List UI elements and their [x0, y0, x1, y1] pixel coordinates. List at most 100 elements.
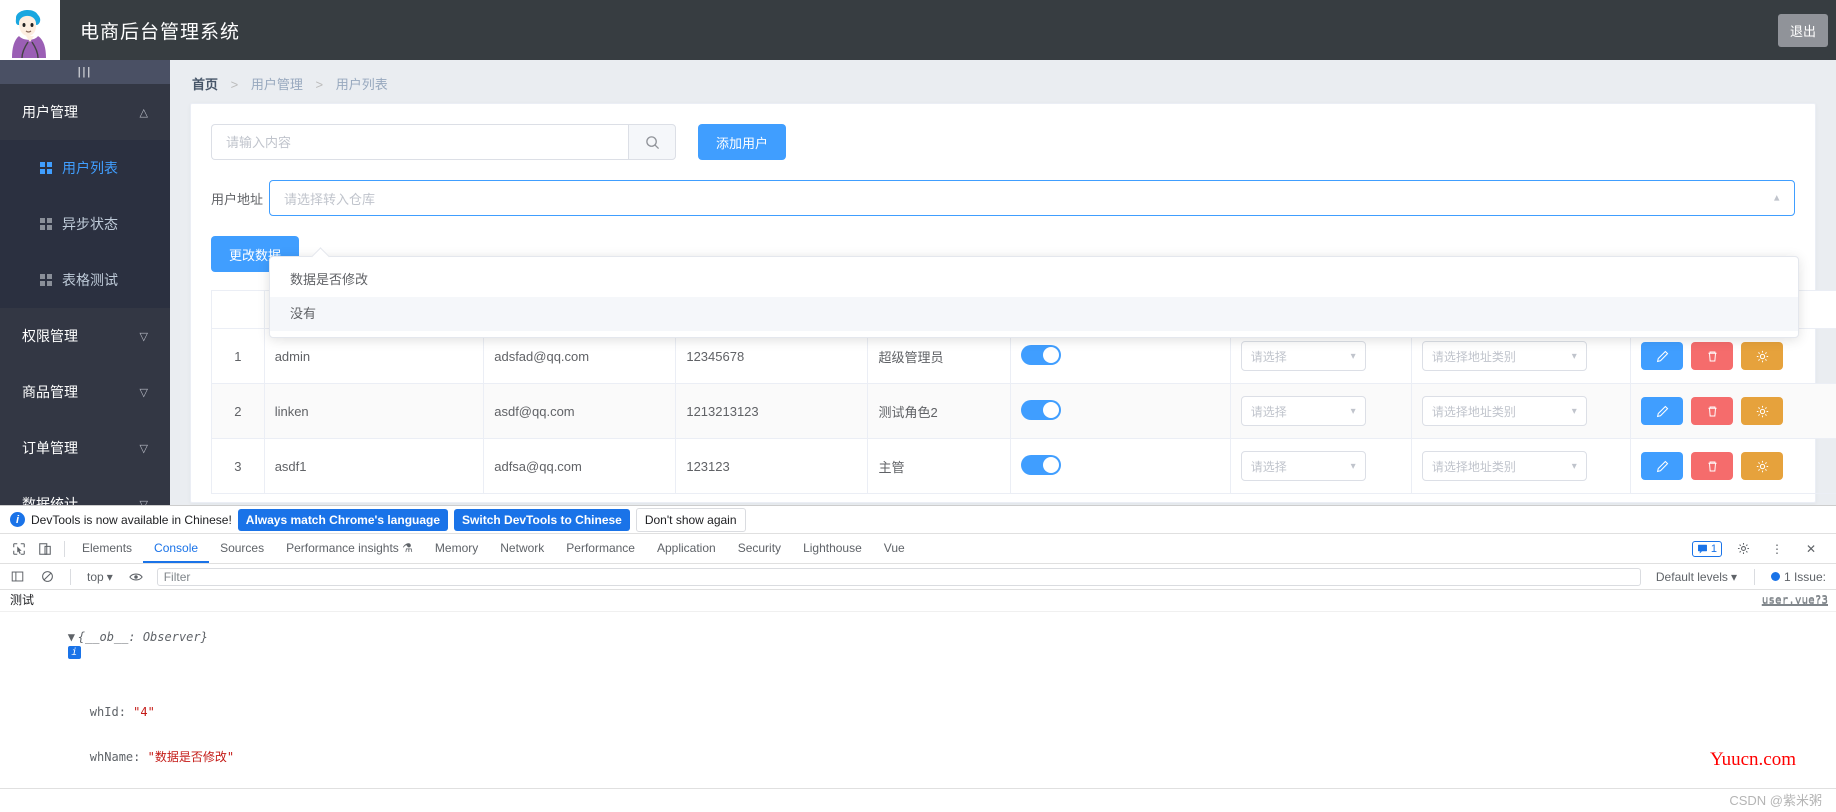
edit-button[interactable]	[1641, 397, 1684, 425]
sidebar: ||| 用户管理 △ 用户列表 异步状态 表格测试 权限管理 ▽ 商品管理 ▽ …	[0, 60, 170, 505]
live-expression-icon[interactable]	[123, 565, 149, 589]
always-match-language-button[interactable]: Always match Chrome's language	[237, 508, 449, 531]
cell-state	[1010, 438, 1231, 494]
tab-label: Performance insights	[286, 541, 399, 555]
address-select[interactable]: 请选择 ▾	[1240, 341, 1366, 371]
gear-icon	[1737, 542, 1749, 555]
sidebar-group-data-statistics[interactable]: 数据统计 ▽	[0, 476, 170, 505]
dropdown-option[interactable]: 没有	[270, 297, 1798, 331]
message-icon	[1697, 544, 1707, 554]
sidebar-group-order-management[interactable]: 订单管理 ▽	[0, 420, 170, 476]
delete-button[interactable]	[1691, 397, 1734, 425]
add-user-button[interactable]: 添加用户	[698, 124, 787, 160]
main-content: 首页 > 用户管理 > 用户列表 添加用户	[170, 60, 1836, 505]
grid-icon	[40, 274, 52, 286]
settings-button[interactable]	[1741, 452, 1784, 480]
breadcrumb-separator: >	[230, 77, 239, 92]
status-toggle[interactable]	[1021, 344, 1062, 365]
info-icon[interactable]: i	[67, 646, 81, 659]
address-select[interactable]: 请选择 ▾	[1240, 396, 1366, 426]
sidebar-item-label: 用户列表	[62, 160, 118, 176]
clear-console-icon[interactable]	[34, 565, 60, 589]
sidebar-item-table-test[interactable]: 表格测试	[0, 252, 170, 308]
delete-button[interactable]	[1691, 452, 1734, 480]
console-sidebar-toggle-icon[interactable]	[4, 565, 30, 589]
property-key: whId	[89, 705, 119, 719]
issue-indicator-dot	[1770, 572, 1780, 581]
status-toggle[interactable]	[1021, 399, 1062, 420]
chevron-down-icon: ▾	[1571, 405, 1577, 417]
console-source-link[interactable]: user.vue?3	[1762, 593, 1828, 608]
tab-vue[interactable]: Vue	[873, 534, 916, 563]
object-header-line[interactable]: ▼ {__ob__: Observer} i user.vue?3	[10, 594, 1830, 690]
sidebar-item-async-status[interactable]: 异步状态	[0, 196, 170, 252]
log-levels-select[interactable]: Default levels ▾	[1649, 568, 1744, 586]
toolbar-divider	[64, 540, 65, 557]
devtools-footer	[0, 788, 1836, 812]
toolbar-row-search: 添加用户	[211, 124, 1795, 160]
settings-gear-icon[interactable]	[1730, 537, 1756, 561]
tab-network[interactable]: Network	[489, 534, 555, 563]
breadcrumb-item-home[interactable]: 首页	[192, 77, 218, 92]
disclosure-triangle-open-icon[interactable]: ▼	[68, 630, 78, 645]
warehouse-dropdown: 数据是否修改 没有	[269, 256, 1799, 338]
dropdown-option[interactable]: 数据是否修改	[270, 263, 1798, 297]
warehouse-select[interactable]: 请选择转入仓库 ▾	[269, 180, 1795, 216]
col-index	[211, 290, 265, 329]
tab-performance-insights[interactable]: Performance insights ⚗	[275, 534, 424, 563]
tab-memory[interactable]: Memory	[424, 534, 489, 563]
cell-address-2: 请选择地址类别 ▾	[1410, 438, 1632, 494]
log-levels-value: Default levels	[1655, 569, 1728, 584]
message-count-badge[interactable]: 1	[1691, 540, 1722, 557]
address-type-select[interactable]: 请选择地址类别 ▾	[1421, 341, 1587, 371]
switch-devtools-language-button[interactable]: Switch DevTools to Chinese	[454, 508, 630, 531]
delete-button[interactable]	[1691, 342, 1734, 370]
address-select-placeholder: 请选择	[1250, 404, 1287, 419]
tab-security[interactable]: Security	[727, 534, 792, 563]
sidebar-group-user-management[interactable]: 用户管理 △	[0, 84, 170, 140]
close-devtools-icon[interactable]: ✕	[1798, 537, 1824, 561]
address-select[interactable]: 请选择 ▾	[1240, 451, 1366, 481]
chevron-down-icon: ▾	[106, 569, 113, 584]
sidebar-group-permission-management[interactable]: 权限管理 ▽	[0, 308, 170, 364]
tab-sources[interactable]: Sources	[209, 534, 275, 563]
more-options-icon[interactable]: ⋮	[1764, 537, 1790, 561]
sidebar-group-label: 用户管理	[22, 104, 78, 120]
search-input[interactable]	[211, 124, 628, 160]
cell-state	[1010, 383, 1231, 439]
tab-console[interactable]: Console	[143, 534, 210, 563]
inspect-element-icon[interactable]	[6, 537, 32, 561]
breadcrumb-item-user-management[interactable]: 用户管理	[251, 77, 303, 92]
tab-lighthouse[interactable]: Lighthouse	[792, 534, 873, 563]
device-toolbar-icon[interactable]	[32, 537, 58, 561]
user-address-label: 用户地址	[211, 191, 264, 207]
logout-button[interactable]: 退出	[1777, 13, 1828, 47]
dont-show-again-button[interactable]: Don't show again	[635, 507, 746, 532]
sidebar-collapse-toggle[interactable]: |||	[0, 60, 170, 84]
sidebar-group-product-management[interactable]: 商品管理 ▽	[0, 364, 170, 420]
issues-label: 1 Issue:	[1783, 569, 1826, 584]
edit-button[interactable]	[1641, 342, 1684, 370]
tab-application[interactable]: Application	[646, 534, 727, 563]
console-filter-input[interactable]	[156, 567, 1641, 586]
sidebar-item-user-list[interactable]: 用户列表	[0, 140, 170, 196]
execution-context-value: top	[87, 569, 104, 584]
cell-phone: 123123	[675, 438, 869, 494]
settings-button[interactable]	[1741, 397, 1784, 425]
execution-context-select[interactable]: top ▾	[81, 570, 119, 584]
chevron-down-icon: ▾	[1571, 460, 1577, 472]
chevron-down-icon: ▾	[1350, 460, 1356, 472]
address-type-select[interactable]: 请选择地址类别 ▾	[1421, 396, 1587, 426]
devtools-panel: i DevTools is now available in Chinese! …	[0, 505, 1836, 812]
settings-button[interactable]	[1741, 342, 1784, 370]
address-type-select[interactable]: 请选择地址类别 ▾	[1421, 451, 1587, 481]
notice-text: DevTools is now available in Chinese!	[31, 512, 232, 527]
tab-elements[interactable]: Elements	[71, 534, 143, 563]
search-button[interactable]	[628, 124, 676, 160]
status-toggle[interactable]	[1021, 454, 1062, 475]
console-output: 测试 user.vue?3 ▼ {__ob__: Observer} i user…	[0, 590, 1836, 807]
issues-button[interactable]: 1 Issue:	[1765, 569, 1832, 585]
tab-performance[interactable]: Performance	[555, 534, 646, 563]
address-type-placeholder: 请选择地址类别	[1431, 404, 1516, 419]
edit-button[interactable]	[1641, 452, 1684, 480]
